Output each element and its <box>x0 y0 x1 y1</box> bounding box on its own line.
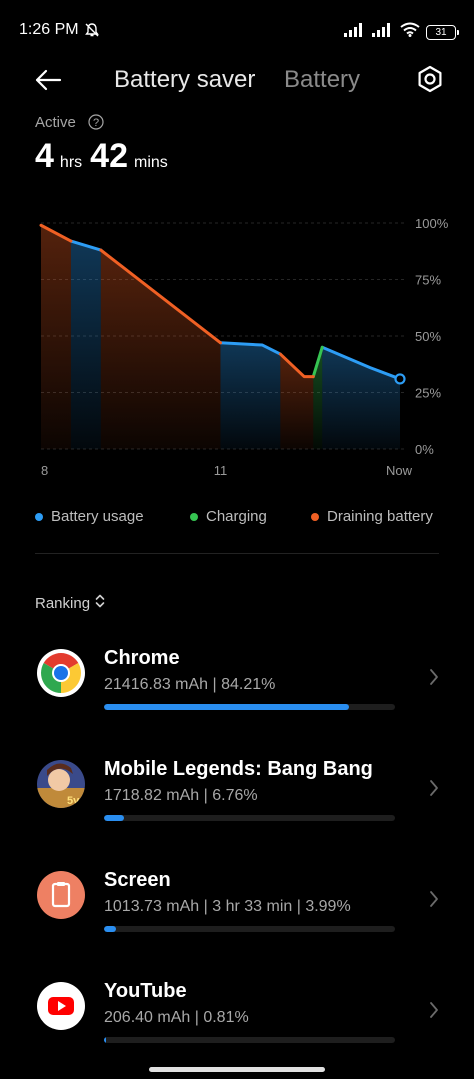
mobile-legends-icon: 5v <box>37 760 85 808</box>
current-level-marker <box>394 373 406 385</box>
usage-bar-fill <box>104 704 350 710</box>
usage-bar-fill <box>104 815 124 821</box>
y-tick-label: 75% <box>415 273 441 288</box>
series-area <box>70 241 101 449</box>
battery-chart: 100% 75% 50% 25% 0% 8 11 Now <box>39 216 449 478</box>
duration-minutes-unit: mins <box>133 154 168 171</box>
legend-dot <box>35 512 43 521</box>
app-row-screen[interactable]: Screen 1013.73 mAh | 3 hr 33 min | 3.99% <box>0 869 474 961</box>
legend-dot <box>190 512 198 521</box>
battery-indicator: 31 <box>426 24 459 40</box>
legend-dot <box>311 512 319 521</box>
home-indicator[interactable] <box>149 1067 325 1072</box>
duration-hours: 4 <box>35 137 54 175</box>
app-usage-detail: 1718.82 mAh | 6.76% <box>104 787 258 804</box>
x-tick-label: 8 <box>41 463 48 478</box>
legend-charging: Charging <box>190 508 267 525</box>
usage-bar <box>104 926 395 932</box>
status-time: 1:26 PM <box>19 21 79 38</box>
series-area <box>220 342 281 449</box>
y-tick-label: 25% <box>415 386 441 401</box>
app-name: Chrome <box>104 647 180 669</box>
app-row-mobile-legends[interactable]: 5v Mobile Legends: Bang Bang 1718.82 mAh… <box>0 758 474 850</box>
wifi-icon <box>400 22 420 42</box>
notifications-muted-icon <box>84 22 100 43</box>
usage-bar <box>104 815 395 821</box>
y-tick-label: 50% <box>415 329 441 344</box>
svg-text:5v: 5v <box>67 795 80 807</box>
app-row-youtube[interactable]: YouTube 206.40 mAh | 0.81% <box>0 980 474 1072</box>
chevron-right-icon <box>428 778 440 803</box>
signal-icon <box>344 22 366 42</box>
chevron-right-icon <box>428 1000 440 1025</box>
legend-label: Draining battery <box>327 508 433 525</box>
youtube-icon <box>37 982 85 1030</box>
y-tick-label: 100% <box>415 216 449 231</box>
x-tick-label: 11 <box>214 463 228 478</box>
duration-hours-unit: hrs <box>59 154 83 171</box>
y-tick-label: 0% <box>415 442 434 457</box>
usage-bar <box>104 704 395 710</box>
app-name: Screen <box>104 869 171 891</box>
tab-battery[interactable]: Battery <box>284 66 360 94</box>
duration-minutes: 42 <box>90 137 128 175</box>
legend-label: Battery usage <box>51 508 144 525</box>
app-usage-detail: 206.40 mAh | 0.81% <box>104 1009 249 1026</box>
app-row-chrome[interactable]: Chrome 21416.83 mAh | 84.21% <box>0 647 474 739</box>
usage-bar-fill <box>104 926 116 932</box>
signal-icon <box>372 22 394 42</box>
usage-bar <box>104 1037 395 1043</box>
chevron-right-icon <box>428 889 440 914</box>
series-area <box>100 250 221 449</box>
legend-battery-usage: Battery usage <box>35 508 144 525</box>
app-header: Battery saver Battery <box>0 60 474 100</box>
legend-draining-battery: Draining battery <box>311 508 433 525</box>
app-usage-detail: 21416.83 mAh | 84.21% <box>104 676 276 693</box>
app-name: YouTube <box>104 980 187 1002</box>
section-divider <box>35 553 439 554</box>
legend-label: Charging <box>206 508 267 525</box>
active-duration: 4 hrs 42 mins <box>35 137 176 176</box>
app-usage-detail: 1013.73 mAh | 3 hr 33 min | 3.99% <box>104 898 351 915</box>
active-label: Active <box>35 114 76 131</box>
ranking-label: Ranking <box>35 594 91 612</box>
screen-icon <box>37 871 85 919</box>
back-arrow-icon[interactable] <box>34 66 62 99</box>
app-name: Mobile Legends: Bang Bang <box>104 758 373 780</box>
x-tick-label: Now <box>386 463 413 478</box>
settings-gear-icon[interactable] <box>415 64 445 99</box>
status-bar: 1:26 PM 31 <box>0 0 474 60</box>
usage-bar-fill <box>104 1037 107 1043</box>
help-icon[interactable]: ? <box>88 114 104 135</box>
tab-battery-saver[interactable]: Battery saver <box>114 66 255 94</box>
chevron-right-icon <box>428 667 440 692</box>
svg-text:?: ? <box>93 117 99 129</box>
ranking-sort-button[interactable]: Ranking <box>35 594 106 612</box>
chrome-icon <box>37 649 85 697</box>
chart-legend: Battery usage Charging Draining battery <box>0 508 474 528</box>
series-area <box>41 225 71 449</box>
sort-updown-icon <box>94 594 106 612</box>
